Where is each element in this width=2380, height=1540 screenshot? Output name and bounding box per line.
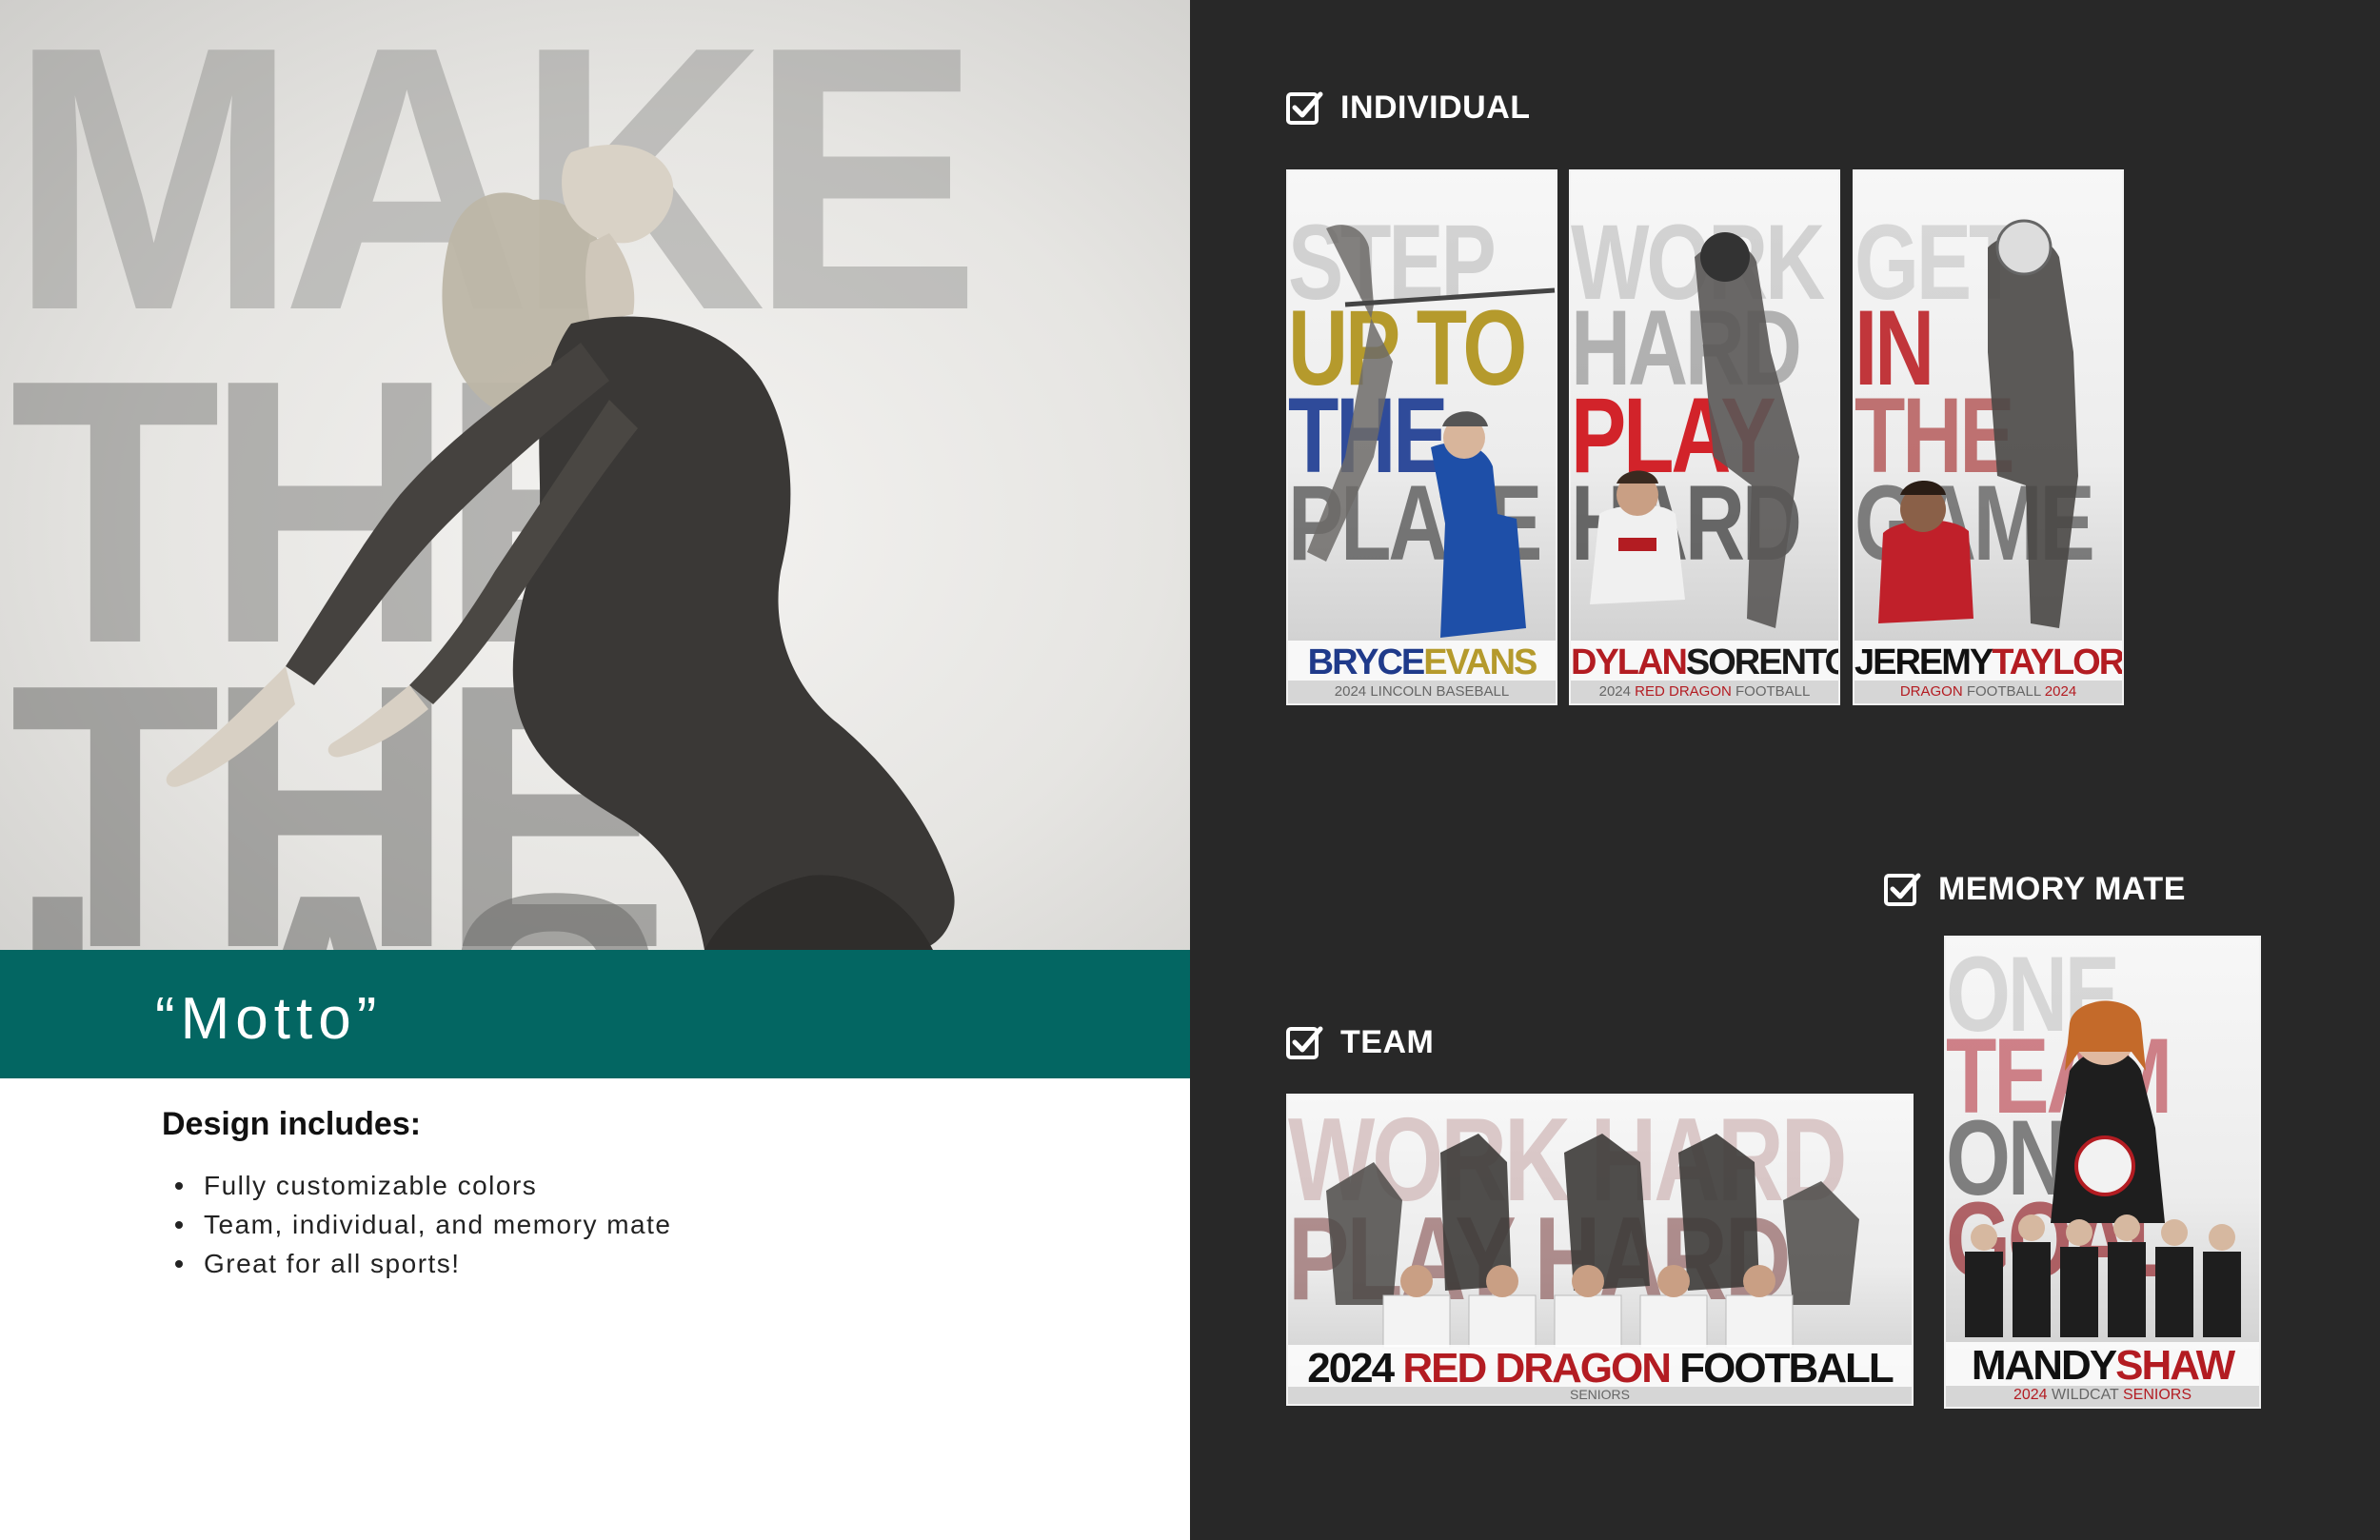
poster-team: WORK HARD PLAY HARD 2024 RED DRAGON FOOT… [1286, 1094, 1914, 1406]
team-title-accent: RED DRAGON [1402, 1345, 1672, 1392]
subtitle-accent: WILDCAT [2052, 1387, 2119, 1403]
poster-subtitle: 2024 LINCOLN BASEBALL [1334, 683, 1510, 700]
athlete-name: DYLANSORENTO [1571, 642, 1838, 683]
section-team: TEAM [1285, 1023, 1434, 1061]
section-team-label: TEAM [1340, 1023, 1435, 1060]
athlete-photo [1590, 232, 1799, 628]
first-name: MANDY [1971, 1342, 2117, 1389]
subtitle-part: FOOTBALL [1962, 683, 2045, 700]
team-title-rest: FOOTBALL [1670, 1345, 1894, 1392]
last-name: SORENTO [1685, 642, 1840, 682]
section-individual: INDIVIDUAL [1285, 89, 1531, 127]
poster-subtitle: 2024 WILDCAT SENIORS [1946, 1387, 2259, 1404]
first-name: JEREMY [1854, 642, 1993, 682]
first-name: BRYCE [1307, 642, 1426, 682]
section-memory-mate: MEMORY MATE [1883, 870, 2186, 908]
athlete-name: JEREMYTAYLOR [1854, 642, 2122, 683]
last-name: SHAW [2115, 1342, 2235, 1389]
athlete-name: BRYCEEVANS [1288, 642, 1556, 683]
poster-subtitle: 2024 RED DRAGON FOOTBALL [1571, 683, 1838, 700]
section-memory-mate-label: MEMORY MATE [1938, 870, 2186, 907]
subtitle-part: 2024 [1598, 683, 1636, 700]
checkbox-checked-icon [1884, 873, 1921, 906]
team-title: 2024 RED DRAGON FOOTBALL [1288, 1345, 1912, 1392]
last-name: EVANS [1423, 642, 1537, 682]
poster-jeremy-taylor: GET IN THE GAME JEREMYTAYLOR DRAGON FOOT… [1853, 169, 2124, 705]
checkbox-checked-icon [1286, 91, 1323, 125]
last-name: TAYLOR [1992, 642, 2124, 682]
subtitle-accent: DRAGON [1899, 683, 1963, 700]
first-name: DYLAN [1571, 642, 1688, 682]
poster-subtitle: DRAGON FOOTBALL 2024 [1854, 683, 2122, 700]
athlete-photo [1307, 225, 1556, 638]
athlete-photo [1878, 219, 2078, 629]
feature-item-formats: Team, individual, and memory mate [162, 1205, 671, 1244]
checkbox-checked-icon [1286, 1026, 1323, 1059]
dancer-photo [166, 145, 955, 950]
left-panel: MAKE THE THE LAS “Motto” Design includes… [0, 0, 1190, 1540]
feature-item-colors: Fully customizable colors [162, 1166, 671, 1205]
subtitle-accent: 2024 [2044, 683, 2077, 700]
design-includes-heading: Design includes: [162, 1106, 422, 1142]
hero-image: MAKE THE THE LAS [0, 0, 1190, 950]
poster-mandy-shaw: ONE TEAM ONE GOAL MANDYSHAW 2024 WILDCAT [1944, 936, 2261, 1409]
subtitle-part: SENIORS [2118, 1387, 2192, 1403]
subtitle-part: 2024 [2013, 1387, 2053, 1403]
motto-title: “Motto” [155, 986, 383, 1052]
poster-bryce-evans: STEP UP TO THE PLATE BRYCEEVANS 2024 LIN… [1286, 169, 1557, 705]
poster-dylan-sorento: WORK HARD PLAY HARD DYLANSORENTO 2024 RE… [1569, 169, 1840, 705]
poster-subtitle: SENIORS [1569, 1387, 1630, 1402]
design-features-list: Fully customizable colors Team, individu… [162, 1166, 671, 1283]
right-panel: INDIVIDUAL STEP UP TO THE PLATE BRYCEEVA… [1190, 0, 2380, 1540]
team-title-year: 2024 [1307, 1345, 1403, 1392]
subtitle-part: FOOTBALL [1731, 683, 1811, 700]
athlete-name: MANDYSHAW [1946, 1342, 2259, 1390]
feature-item-sports: Great for all sports! [162, 1244, 671, 1283]
section-individual-label: INDIVIDUAL [1340, 89, 1531, 126]
subtitle-accent: RED DRAGON [1635, 683, 1732, 700]
athlete-photo [1965, 1000, 2241, 1337]
